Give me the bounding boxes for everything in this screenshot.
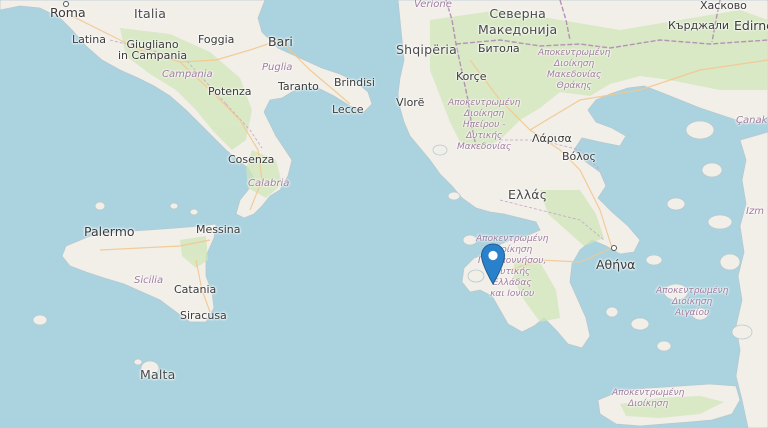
country-label-greece: Ελλάς [508, 187, 548, 202]
city-dot-athina [611, 245, 617, 251]
region-label-calabria: Calabria [248, 178, 290, 189]
city-label-brindisi: Brindisi [334, 76, 375, 89]
region-label-canak: Çanak [736, 115, 768, 126]
city-label-kaskovo: Хасково [700, 0, 747, 12]
region-label-macedonia-thrace: Αποκεντρωμένη Διοίκηση Μακεδονίας Θράκης [538, 48, 611, 91]
city-label-volos: Βόλος [562, 150, 596, 163]
region-label-aegean: Αποκεντρωμένη Διοίκηση Αιγαίου [656, 286, 729, 318]
city-label-bari: Bari [268, 34, 293, 49]
country-label-north-macedonia: Северна Македонија [478, 6, 558, 37]
city-label-siracusa: Siracusa [180, 309, 227, 322]
city-label-larisa: Λάρισα [532, 132, 572, 145]
city-label-palermo: Palermo [84, 224, 135, 239]
city-label-potenza: Potenza [208, 85, 252, 98]
country-label-malta: Malta [140, 367, 176, 382]
region-label-sicilia: Sicilia [134, 275, 164, 286]
region-label-crete: Αποκεντρωμένη Διοίκηση [612, 388, 685, 409]
city-label-messina: Messina [196, 223, 241, 236]
city-label-athina: Αθήνα [596, 257, 636, 272]
city-label-vlore: Vlorë [396, 96, 425, 109]
region-label-puglia: Puglia [262, 62, 293, 73]
city-label-latina: Latina [72, 33, 106, 46]
location-marker-icon[interactable] [480, 243, 506, 285]
city-label-catania: Catania [174, 283, 217, 296]
city-label-edirne: Edirne [734, 18, 768, 33]
city-label-giugliano: Giugliano in Campania [118, 38, 188, 62]
country-label-albania: Shqipëria [396, 42, 457, 57]
city-label-lecce: Lecce [332, 103, 364, 116]
region-label-campania: Campania [162, 69, 213, 80]
city-label-verione: Verione [414, 0, 452, 10]
city-label-kardzhali: Кърджали [668, 19, 729, 32]
country-label-italy: Italia [134, 6, 167, 21]
map-viewport[interactable]: Italia Shqipëria Северна Македонија Ελλά… [0, 0, 768, 428]
region-label-epirus: Αποκεντρωμένη Διοίκηση Ηπείρου - Δυτικής… [448, 98, 521, 152]
city-label-taranto: Taranto [278, 80, 319, 93]
map-tiles[interactable] [0, 0, 768, 428]
city-label-roma: Roma [50, 5, 86, 20]
city-label-foggia: Foggia [198, 33, 235, 46]
city-label-cosenza: Cosenza [228, 153, 275, 166]
city-label-korce: Korçe [456, 70, 487, 83]
region-label-izmir: Izm [746, 206, 764, 217]
city-label-bitola: Битола [478, 42, 520, 55]
